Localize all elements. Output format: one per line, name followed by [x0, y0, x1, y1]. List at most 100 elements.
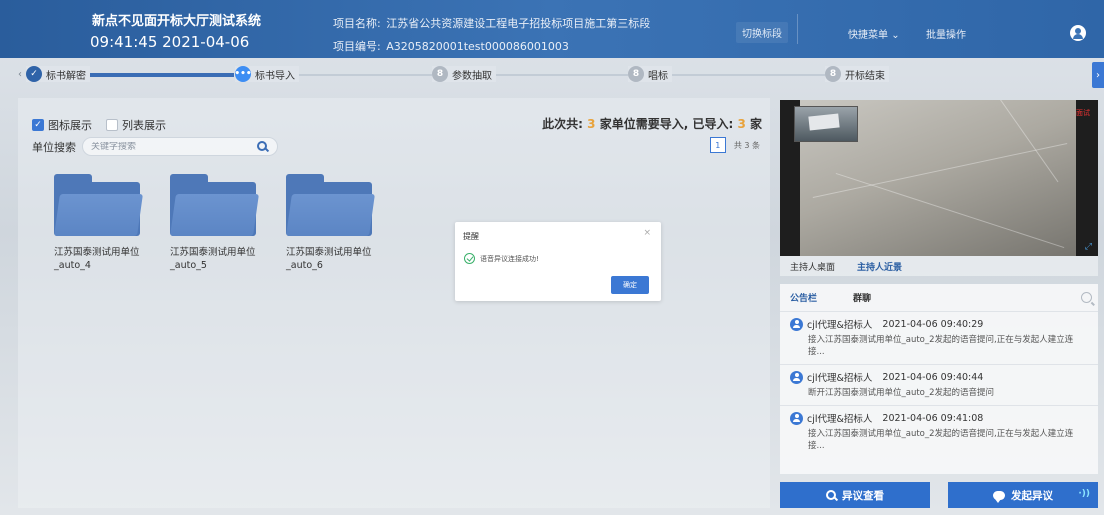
tab-host-closeup[interactable]: 主持人近景	[857, 260, 902, 273]
unit-folder[interactable]: 江苏国泰测试用单位_auto_6	[286, 174, 376, 272]
msg-sender: cjl代理&招标人	[807, 320, 873, 331]
switch-section-button[interactable]: 切换标段	[736, 22, 788, 43]
top-header: 新点不见面开标大厅测试系统 09:41:45 2021-04-06 项目名称: …	[0, 0, 1104, 58]
progress-line-pending	[245, 74, 825, 76]
step-label: 参数抽取	[452, 70, 492, 82]
step-extract[interactable]: 8 参数抽取	[432, 66, 496, 82]
folder-name: 江苏国泰测试用单位_auto_5	[170, 247, 256, 271]
picture-in-picture[interactable]	[794, 106, 858, 142]
unit-search: 单位搜索	[32, 137, 278, 156]
tab-host-desktop[interactable]: 主持人桌面	[790, 260, 835, 273]
stat-suffix: 家	[749, 117, 762, 131]
msg-time: 2021-04-06 09:40:44	[882, 371, 984, 383]
success-check-icon	[464, 253, 475, 264]
step-announce[interactable]: 8 唱标	[628, 66, 672, 82]
tab-notice-board[interactable]: 公告栏	[790, 291, 817, 304]
view-icon-option[interactable]: ✓ 图标展示	[32, 117, 92, 133]
chat-bubble-icon	[993, 490, 1005, 503]
user-icon	[790, 411, 803, 425]
msg-body: 断开江苏国泰测试用单位_auto_2发起的语音提问	[808, 388, 995, 398]
pending-icon: 8	[825, 66, 841, 82]
checkbox-icon	[106, 119, 118, 131]
checkbox-checked-icon: ✓	[32, 119, 44, 131]
page-total: 共 3 条	[733, 140, 760, 150]
system-clock: 09:41:45 2021-04-06	[90, 33, 250, 51]
step-import[interactable]: ••• 标书导入	[234, 66, 299, 82]
confirm-button[interactable]: 确定	[611, 276, 649, 294]
quick-menu-label: 快捷菜单	[848, 30, 888, 41]
unit-folder[interactable]: 江苏国泰测试用单位_auto_5	[170, 174, 260, 272]
dialog-title: 提醒	[463, 232, 479, 241]
camera-tabs: 主持人桌面 主持人近景	[780, 256, 1098, 276]
chevron-down-icon: ⌄	[891, 30, 900, 41]
msg-body: 接入江苏国泰测试用单位_auto_2发起的语音提问,正在与发起人建立连接...	[808, 335, 1074, 357]
batch-ops-button[interactable]: 批量操作	[926, 26, 966, 41]
folder-icon	[286, 174, 375, 236]
dialog-message-text: 语音异议连接成功!	[480, 254, 539, 263]
raise-objection-button[interactable]: 发起异议 ·))	[948, 482, 1098, 508]
import-panel: ✓ 图标展示 列表展示 单位搜索 此次共: 3 家单位需要导入, 已导入: 3 …	[18, 98, 770, 508]
import-summary: 此次共: 3 家单位需要导入, 已导入: 3 家	[542, 115, 762, 132]
stat-total: 3	[587, 117, 596, 131]
project-code: 项目编号: A3205820001test000086001003	[333, 38, 569, 54]
alert-dialog: 提醒 × 语音异议连接成功! 确定	[455, 222, 661, 301]
view-list-option[interactable]: 列表展示	[106, 117, 166, 133]
notice-tabs: 公告栏 群聊	[780, 284, 1098, 312]
pending-icon: 8	[628, 66, 644, 82]
search-box	[82, 137, 278, 156]
notice-item: cjl代理&招标人 2021-04-06 09:40:44 断开江苏国泰测试用单…	[780, 365, 1098, 406]
notice-item: cjl代理&招标人 2021-04-06 09:40:29 接入江苏国泰测试用单…	[780, 312, 1098, 365]
search-icon[interactable]	[257, 141, 267, 151]
close-icon[interactable]: ×	[643, 228, 651, 238]
steps-next-icon[interactable]: ›	[1092, 62, 1104, 88]
unit-folder-list: 江苏国泰测试用单位_auto_4 江苏国泰测试用单位_auto_5 江苏国泰测试…	[54, 174, 376, 272]
notice-item: cjl代理&招标人 2021-04-06 09:41:08 接入江苏国泰测试用单…	[780, 406, 1098, 458]
view-objection-button[interactable]: 异议查看	[780, 482, 930, 508]
step-finish[interactable]: 8 开标结束	[825, 66, 889, 82]
tab-group-chat[interactable]: 群聊	[853, 291, 871, 304]
msg-time: 2021-04-06 09:40:29	[882, 318, 984, 330]
step-label: 开标结束	[845, 70, 885, 82]
check-icon: ✓	[26, 66, 42, 82]
header-divider	[797, 14, 798, 44]
system-title: 新点不见面开标大厅测试系统	[92, 14, 262, 29]
raise-objection-label: 发起异议	[1011, 489, 1053, 502]
unit-folder[interactable]: 江苏国泰测试用单位_auto_4	[54, 174, 144, 272]
step-decrypt[interactable]: ✓ 标书解密	[26, 66, 90, 82]
voice-wave-icon: ·))	[1078, 489, 1090, 499]
quick-menu-dropdown[interactable]: 快捷菜单 ⌄	[848, 26, 900, 41]
stat-done: 3	[737, 117, 746, 131]
stat-prefix: 此次共:	[542, 117, 583, 131]
fullscreen-icon[interactable]: ⤢	[1085, 242, 1092, 252]
notice-panel: 公告栏 群聊 cjl代理&招标人 2021-04-06 09:40:29 接入江…	[780, 284, 1098, 474]
folder-name: 江苏国泰测试用单位_auto_4	[54, 247, 140, 271]
live-label: 面试	[1076, 109, 1090, 117]
host-video-feed: 面试 ⤢	[780, 100, 1098, 256]
search-icon[interactable]	[1081, 292, 1092, 303]
steps-prev-icon[interactable]: ‹	[18, 69, 22, 80]
msg-sender: cjl代理&招标人	[807, 373, 873, 384]
view-list-label: 列表展示	[122, 119, 166, 132]
project-name: 项目名称: 江苏省公共资源建设工程电子招投标项目施工第三标段	[333, 15, 650, 31]
search-input[interactable]	[91, 141, 251, 152]
page-button[interactable]: 1	[709, 137, 726, 153]
step-label: 标书解密	[46, 70, 86, 82]
pending-icon: 8	[432, 66, 448, 82]
stat-mid: 家单位需要导入, 已导入:	[599, 117, 734, 131]
step-label: 标书导入	[255, 70, 295, 82]
in-progress-icon: •••	[234, 66, 252, 82]
folder-icon	[170, 174, 259, 236]
progress-steps: ‹ ✓ 标书解密 ••• 标书导入 8 参数抽取 8 唱标 8 开标结束 ›	[0, 60, 1104, 90]
msg-time: 2021-04-06 09:41:08	[882, 412, 984, 424]
user-avatar-icon[interactable]	[1070, 25, 1086, 41]
view-toggle: ✓ 图标展示 列表展示	[32, 117, 166, 133]
msg-sender: cjl代理&招标人	[807, 414, 873, 425]
view-icon-label: 图标展示	[48, 119, 92, 132]
project-code-value: A3205820001test000086001003	[386, 40, 569, 53]
search-label: 单位搜索	[32, 140, 76, 154]
msg-body: 接入江苏国泰测试用单位_auto_2发起的语音提问,正在与发起人建立连接...	[808, 429, 1074, 451]
user-icon	[790, 370, 803, 384]
project-name-label: 项目名称:	[333, 17, 381, 30]
objection-actions: 异议查看 发起异议 ·))	[780, 482, 1098, 508]
dialog-message: 语音异议连接成功!	[464, 253, 539, 264]
